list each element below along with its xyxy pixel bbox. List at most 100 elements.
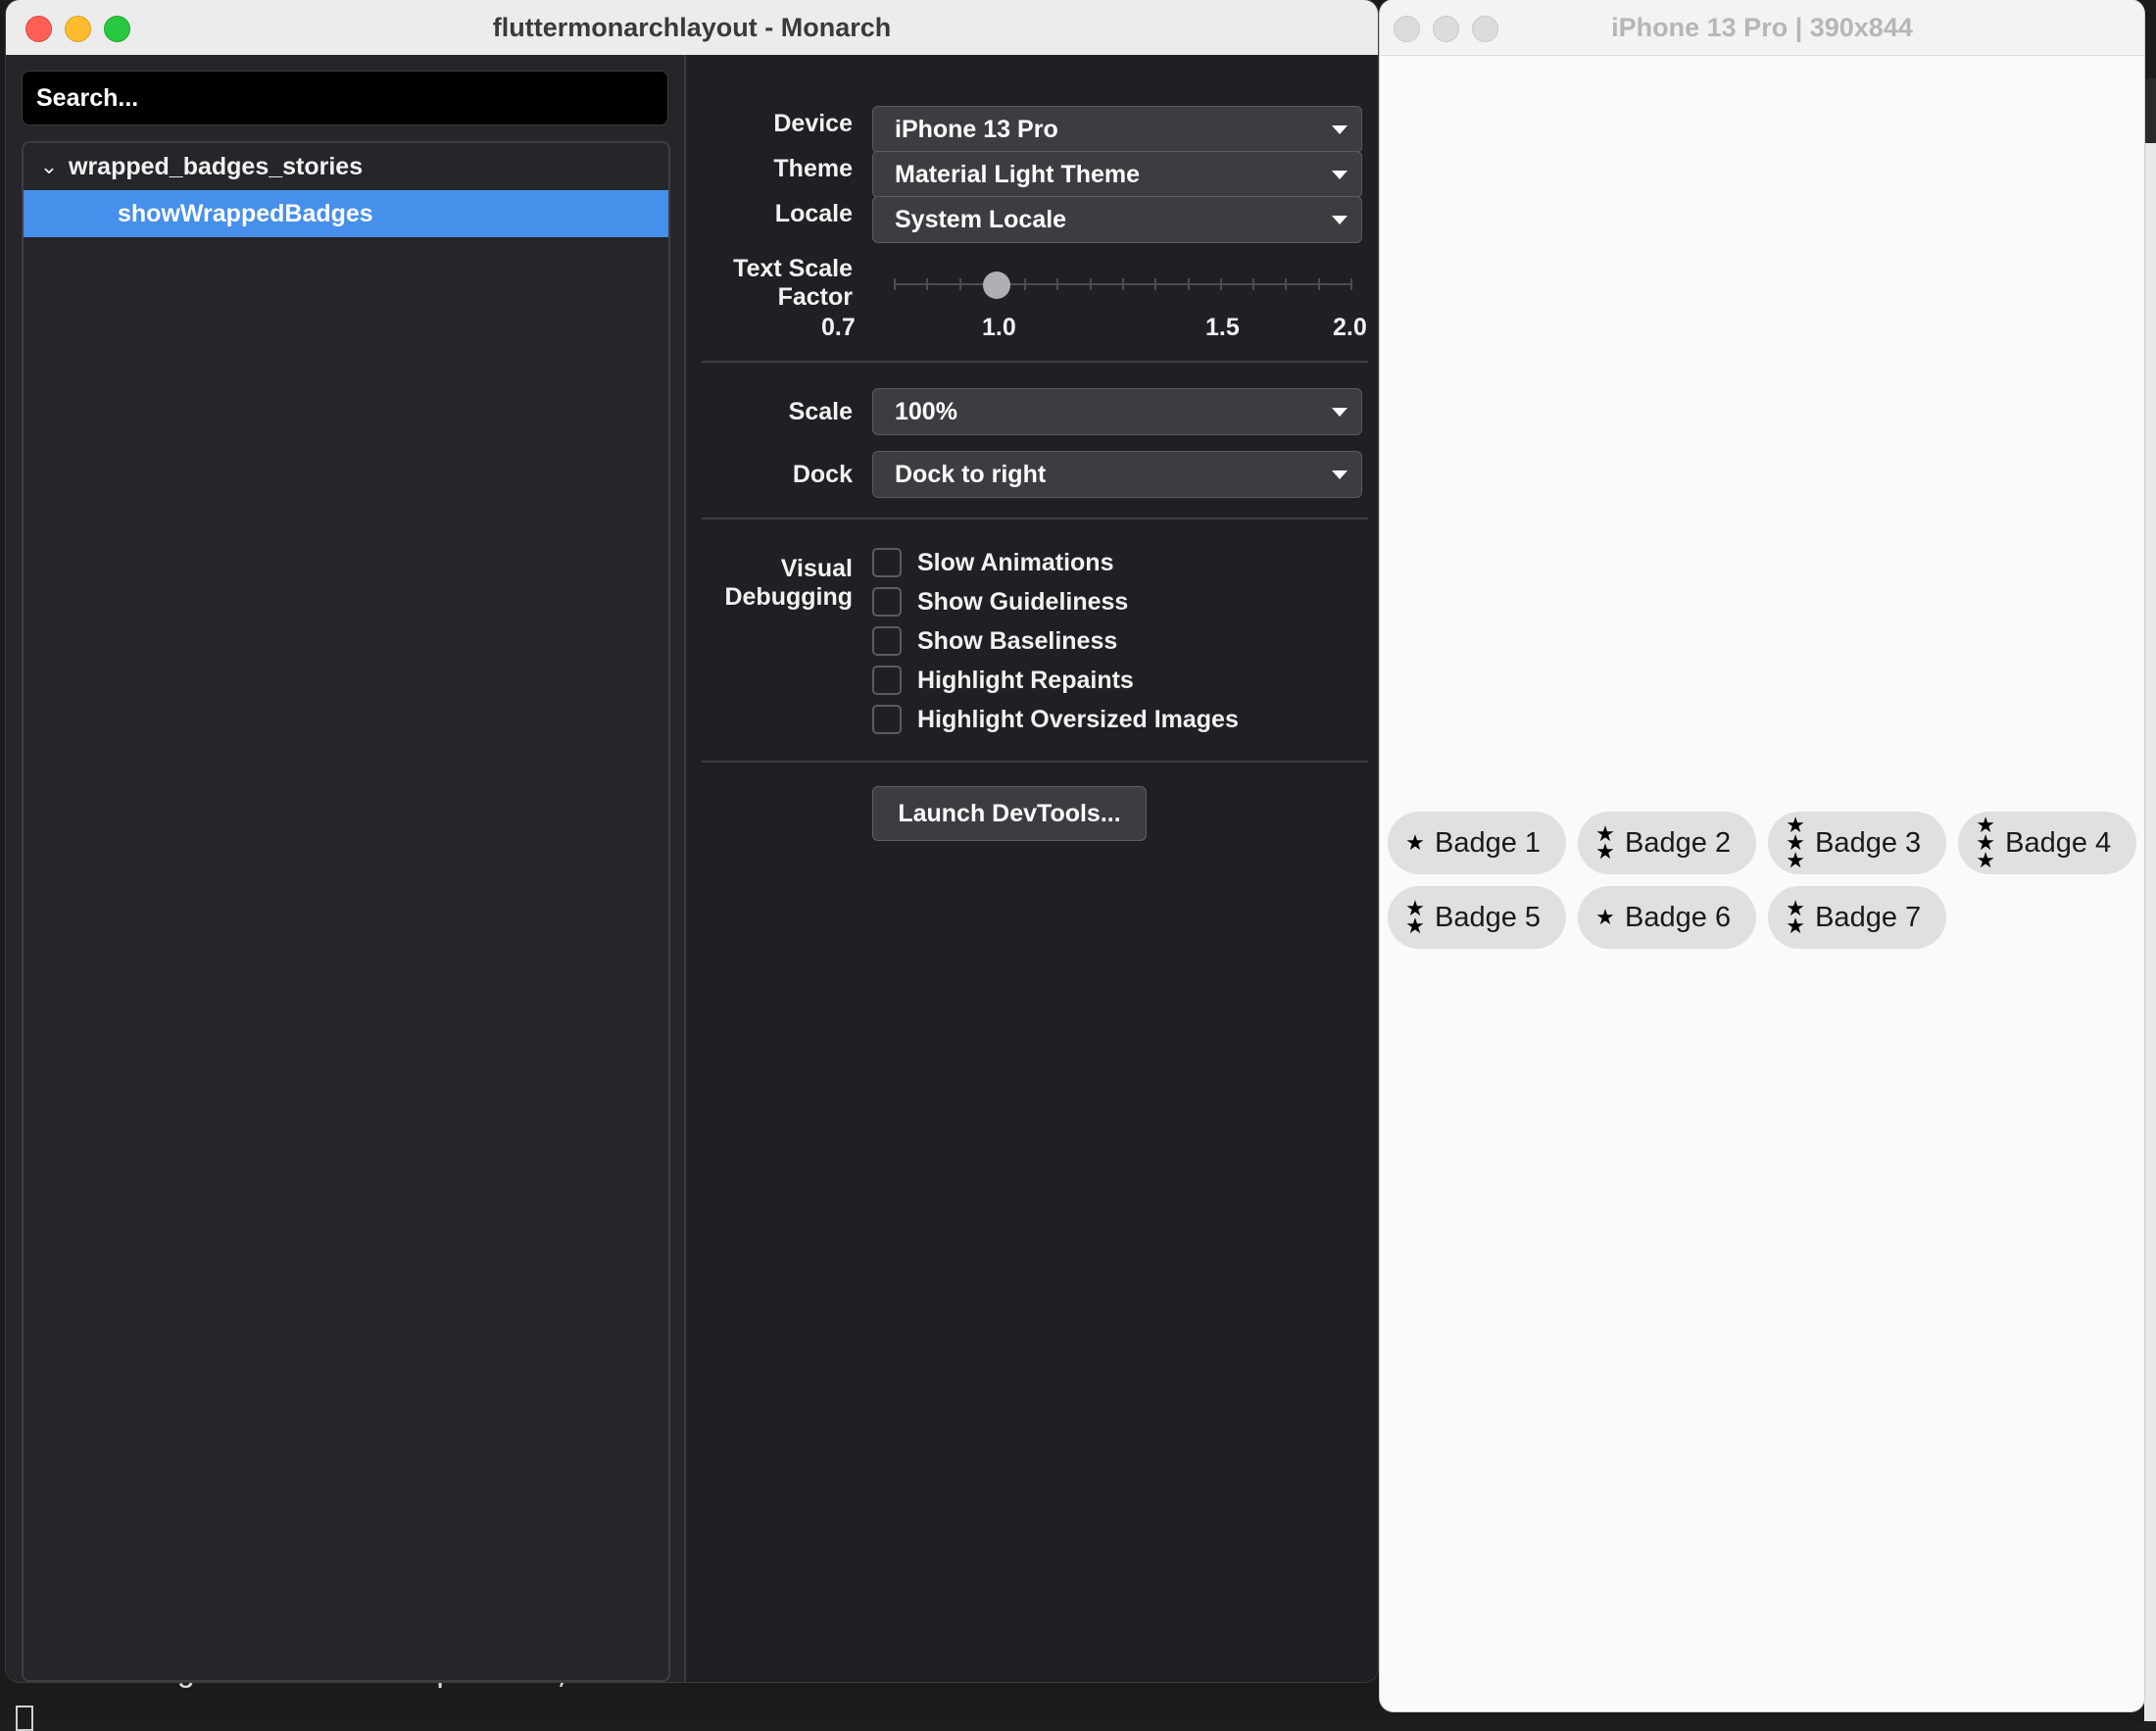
badges-wrap: ★ Badge 1 ★ ★ Badge 2 ★ ★ ★ Badge 3 ★ ★ ★ Badge 4 ★ ★ B… <box>1388 812 2142 949</box>
star-icon: ★ <box>1405 830 1425 855</box>
badge-label: Badge 7 <box>1815 901 1922 933</box>
badge-label: Badge 3 <box>1815 826 1922 859</box>
checkbox-slow-animations[interactable]: Slow Animations <box>872 545 1113 580</box>
checkbox-label: Highlight Oversized Images <box>917 705 1239 733</box>
minimize-window-button[interactable] <box>1433 16 1459 42</box>
tree-group-label: wrapped_badges_stories <box>69 152 364 180</box>
badge-chip[interactable]: ★ ★ ★ Badge 3 <box>1768 812 1947 874</box>
preview-titlebar[interactable]: iPhone 13 Pro | 390x844 <box>1380 0 2144 56</box>
checkbox[interactable] <box>872 666 902 695</box>
divider <box>702 518 1368 519</box>
scale-dropdown[interactable]: 100% <box>872 388 1362 435</box>
slider-tick <box>1090 278 1092 290</box>
caret-down-icon <box>1332 125 1348 134</box>
background-window-edge <box>2144 78 2156 1721</box>
badge-label: Badge 2 <box>1625 826 1732 859</box>
background-window-edge-dark <box>2144 78 2156 143</box>
tree-group-wrapped-badges-stories[interactable]: ⌄ wrapped_badges_stories <box>24 143 668 190</box>
dock-dropdown[interactable]: Dock to right <box>872 451 1362 498</box>
dock-label: Dock <box>792 461 853 488</box>
stories-panel: Search... ⌄ wrapped_badges_stories showW… <box>6 55 686 1682</box>
caret-down-icon <box>1332 216 1348 224</box>
maximize-window-button[interactable] <box>104 16 130 42</box>
caret-down-icon <box>1332 171 1348 179</box>
star-icon: ★ <box>1786 848 1805 872</box>
slider-tick <box>894 278 896 290</box>
slider-tick <box>1024 278 1026 290</box>
slider-tick <box>1285 278 1287 290</box>
close-window-button[interactable] <box>25 16 52 42</box>
device-label: Device <box>773 110 853 137</box>
star-icons: ★ ★ <box>1784 898 1807 938</box>
slider-tick <box>1252 278 1254 290</box>
checkbox[interactable] <box>872 705 902 734</box>
star-icon: ★ <box>1405 914 1425 938</box>
badge-chip[interactable]: ★ Badge 6 <box>1578 886 1757 949</box>
badge-chip[interactable]: ★ ★ Badge 2 <box>1578 812 1757 874</box>
slider-tick <box>1056 278 1058 290</box>
slider-thumb[interactable] <box>983 272 1010 299</box>
divider <box>702 361 1368 363</box>
checkbox[interactable] <box>872 587 902 617</box>
slider-tick <box>1154 278 1156 290</box>
slider-tick-label: 1.5 <box>1205 314 1240 341</box>
text-scale-label-line1: Text Scale <box>733 255 853 282</box>
text-scale-label: Text Scale Factor <box>686 255 853 312</box>
badge-label: Badge 6 <box>1625 901 1732 933</box>
device-dropdown[interactable]: iPhone 13 Pro <box>872 106 1362 153</box>
terminal-cursor <box>16 1706 33 1731</box>
star-icons: ★ ★ <box>1593 823 1617 863</box>
slider-tick <box>959 278 961 290</box>
checkbox[interactable] <box>872 548 902 577</box>
caret-down-icon <box>1332 470 1348 479</box>
badge-chip[interactable]: ★ ★ Badge 7 <box>1768 886 1947 949</box>
slider-tick-label: 0.7 <box>821 314 856 341</box>
chevron-down-icon[interactable]: ⌄ <box>29 154 69 179</box>
theme-dropdown[interactable]: Material Light Theme <box>872 151 1362 198</box>
badge-chip[interactable]: ★ ★ ★ Badge 4 <box>1958 812 2137 874</box>
visual-debugging-line1: Visual <box>780 555 853 582</box>
maximize-window-button[interactable] <box>1472 16 1498 42</box>
star-icon: ★ <box>1786 914 1805 938</box>
checkbox-show-baseliness[interactable]: Show Baseliness <box>872 623 1117 659</box>
badge-chip[interactable]: ★ Badge 1 <box>1388 812 1567 874</box>
badge-label: Badge 5 <box>1435 901 1542 933</box>
slider-tick <box>1122 278 1124 290</box>
minimize-window-button[interactable] <box>65 16 91 42</box>
theme-value: Material Light Theme <box>895 161 1141 188</box>
checkbox[interactable] <box>872 626 902 656</box>
checkbox-label: Show Baseliness <box>917 626 1118 655</box>
visual-debugging-label: Visual Debugging <box>686 555 853 612</box>
star-icons: ★ ★ ★ <box>1974 815 1997 871</box>
star-icons: ★ ★ ★ <box>1784 815 1807 872</box>
checkbox-show-guideliness[interactable]: Show Guideliness <box>872 584 1128 619</box>
text-scale-label-line2: Factor <box>777 283 853 311</box>
badge-label: Badge 1 <box>1435 826 1542 859</box>
device-value: iPhone 13 Pro <box>895 116 1058 143</box>
badge-chip[interactable]: ★ ★ Badge 5 <box>1388 886 1567 949</box>
dock-value: Dock to right <box>895 461 1047 488</box>
locale-value: System Locale <box>895 206 1067 233</box>
scale-value: 100% <box>895 398 957 425</box>
launch-devtools-button[interactable]: Launch DevTools... <box>872 786 1147 841</box>
checkbox-highlight-repaints[interactable]: Highlight Repaints <box>872 663 1134 698</box>
monarch-titlebar[interactable]: fluttermonarchlayout - Monarch <box>6 0 1378 56</box>
tree-item-show-wrapped-badges[interactable]: showWrappedBadges <box>24 190 668 237</box>
slider-tick <box>926 278 928 290</box>
close-window-button[interactable] <box>1394 16 1420 42</box>
visual-debugging-line2: Debugging <box>724 583 853 611</box>
settings-panel: Device iPhone 13 Pro Theme Material Ligh… <box>686 55 1378 1682</box>
scale-label: Scale <box>788 398 853 425</box>
star-icons: ★ <box>1593 905 1617 929</box>
search-input[interactable]: Search... <box>22 71 668 125</box>
checkbox-highlight-oversized-images[interactable]: Highlight Oversized Images <box>872 702 1239 737</box>
preview-window: iPhone 13 Pro | 390x844 ★ Badge 1 ★ ★ Badge … <box>1380 0 2144 1711</box>
stories-tree: ⌄ wrapped_badges_stories showWrappedBadg… <box>22 141 670 1682</box>
caret-down-icon <box>1332 408 1348 417</box>
star-icon: ★ <box>1595 905 1615 929</box>
slider-tick-label: 1.0 <box>982 314 1016 341</box>
star-icons: ★ <box>1403 830 1427 855</box>
preview-title: iPhone 13 Pro | 390x844 <box>1611 12 1913 42</box>
checkbox-label: Highlight Repaints <box>917 666 1134 694</box>
locale-dropdown[interactable]: System Locale <box>872 196 1362 243</box>
